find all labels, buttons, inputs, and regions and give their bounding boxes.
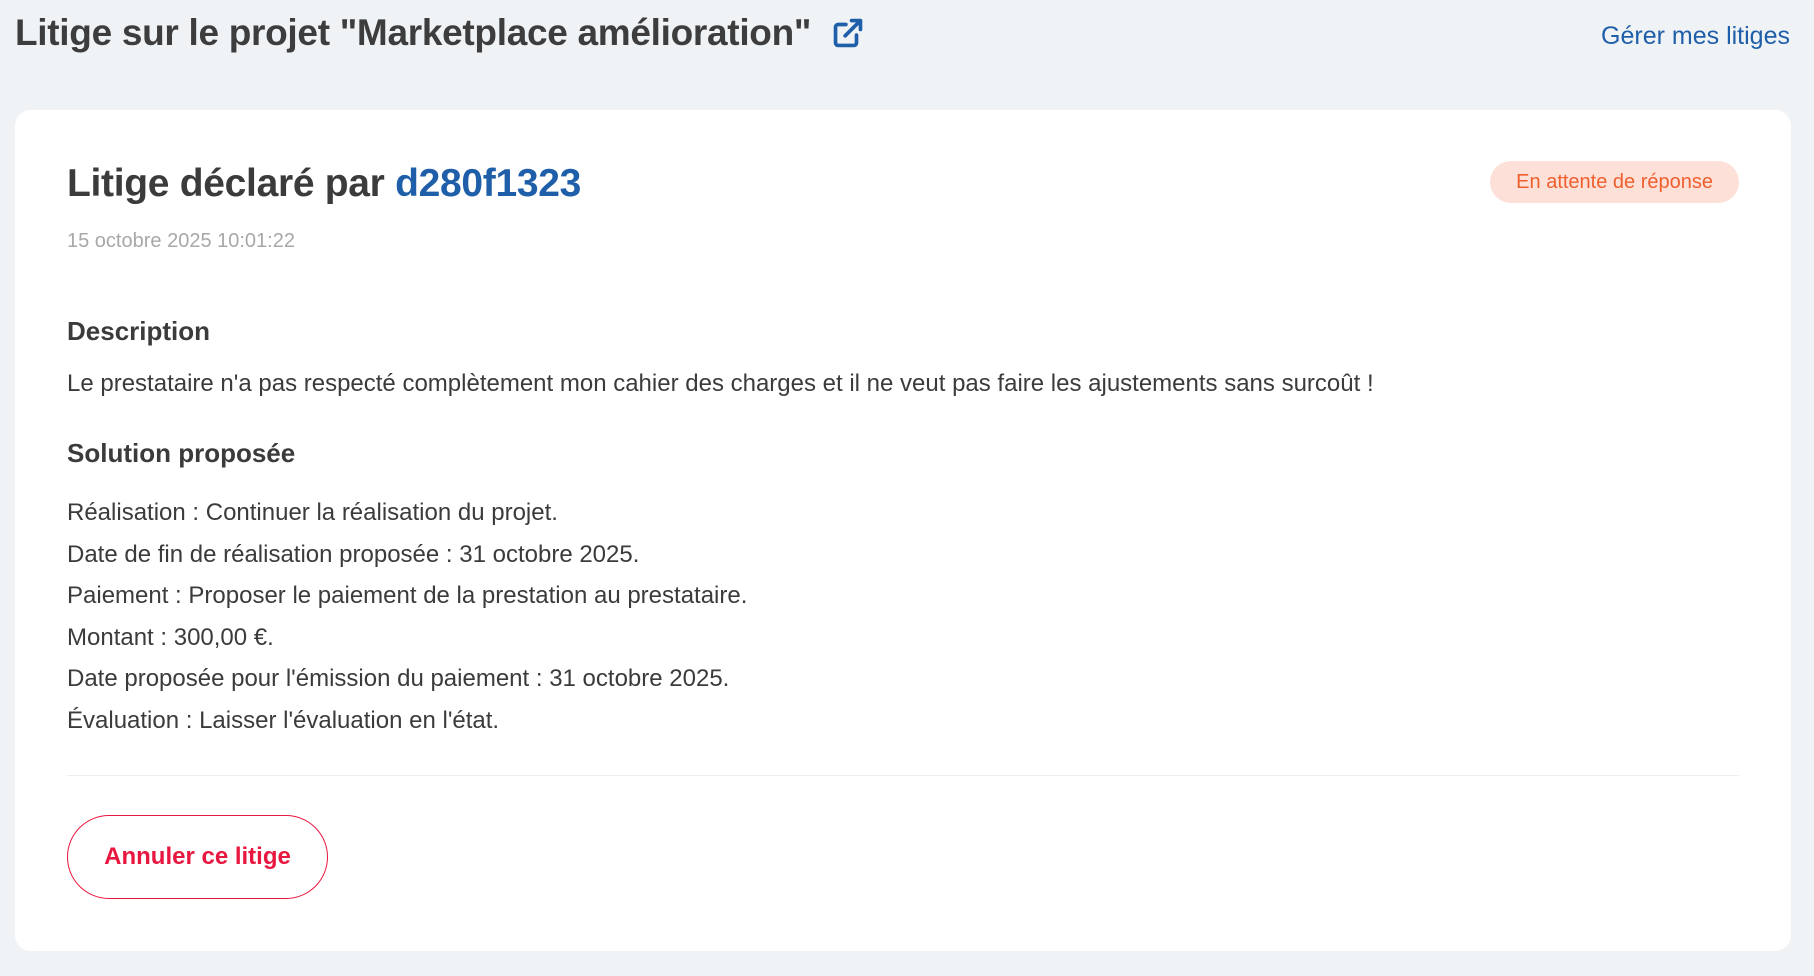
solution-line-realisation: Réalisation : Continuer la réalisation d… (67, 499, 558, 526)
solution-line-end-date: Date de fin de réalisation proposée : 31… (67, 540, 640, 568)
external-link-icon[interactable] (831, 16, 865, 50)
description-heading: Description (67, 316, 211, 346)
dispute-date: 15 octobre 2025 10:01:22 (67, 230, 295, 252)
solution-line-evaluation: Évaluation : Laisser l'évaluation en l'é… (67, 706, 500, 734)
cancel-dispute-button[interactable]: Annuler ce litige (67, 815, 328, 899)
page-header: Litige sur le projet "Marketplace amélio… (15, 8, 1790, 68)
dispute-card-content: Litige déclaré par d280f1323 En attente … (67, 110, 1739, 951)
declared-by-label: Litige déclaré par (67, 162, 396, 205)
solution-list: Réalisation : Continuer la réalisation d… (67, 492, 747, 741)
solution-line-amount: Montant : 300,00 €. (67, 623, 274, 651)
status-badge: En attente de réponse (1490, 161, 1739, 203)
page-title-text: Litige sur le projet "Marketplace amélio… (15, 12, 812, 53)
solution-heading: Solution proposée (67, 438, 296, 468)
divider (67, 775, 1739, 776)
dispute-card: Litige déclaré par d280f1323 En attente … (15, 110, 1791, 951)
description-text: Le prestataire n'a pas respecté complète… (67, 370, 1374, 397)
manage-disputes-link[interactable]: Gérer mes litiges (1601, 22, 1790, 51)
solution-line-payment: Paiement : Proposer le paiement de la pr… (67, 582, 748, 609)
solution-line-payment-date: Date proposée pour l'émission du paiemen… (67, 665, 730, 692)
dispute-declared-title: Litige déclaré par d280f1323 (67, 162, 581, 206)
declared-by-user-link[interactable]: d280f1323 (395, 162, 581, 205)
page-title: Litige sur le projet "Marketplace amélio… (15, 12, 865, 54)
